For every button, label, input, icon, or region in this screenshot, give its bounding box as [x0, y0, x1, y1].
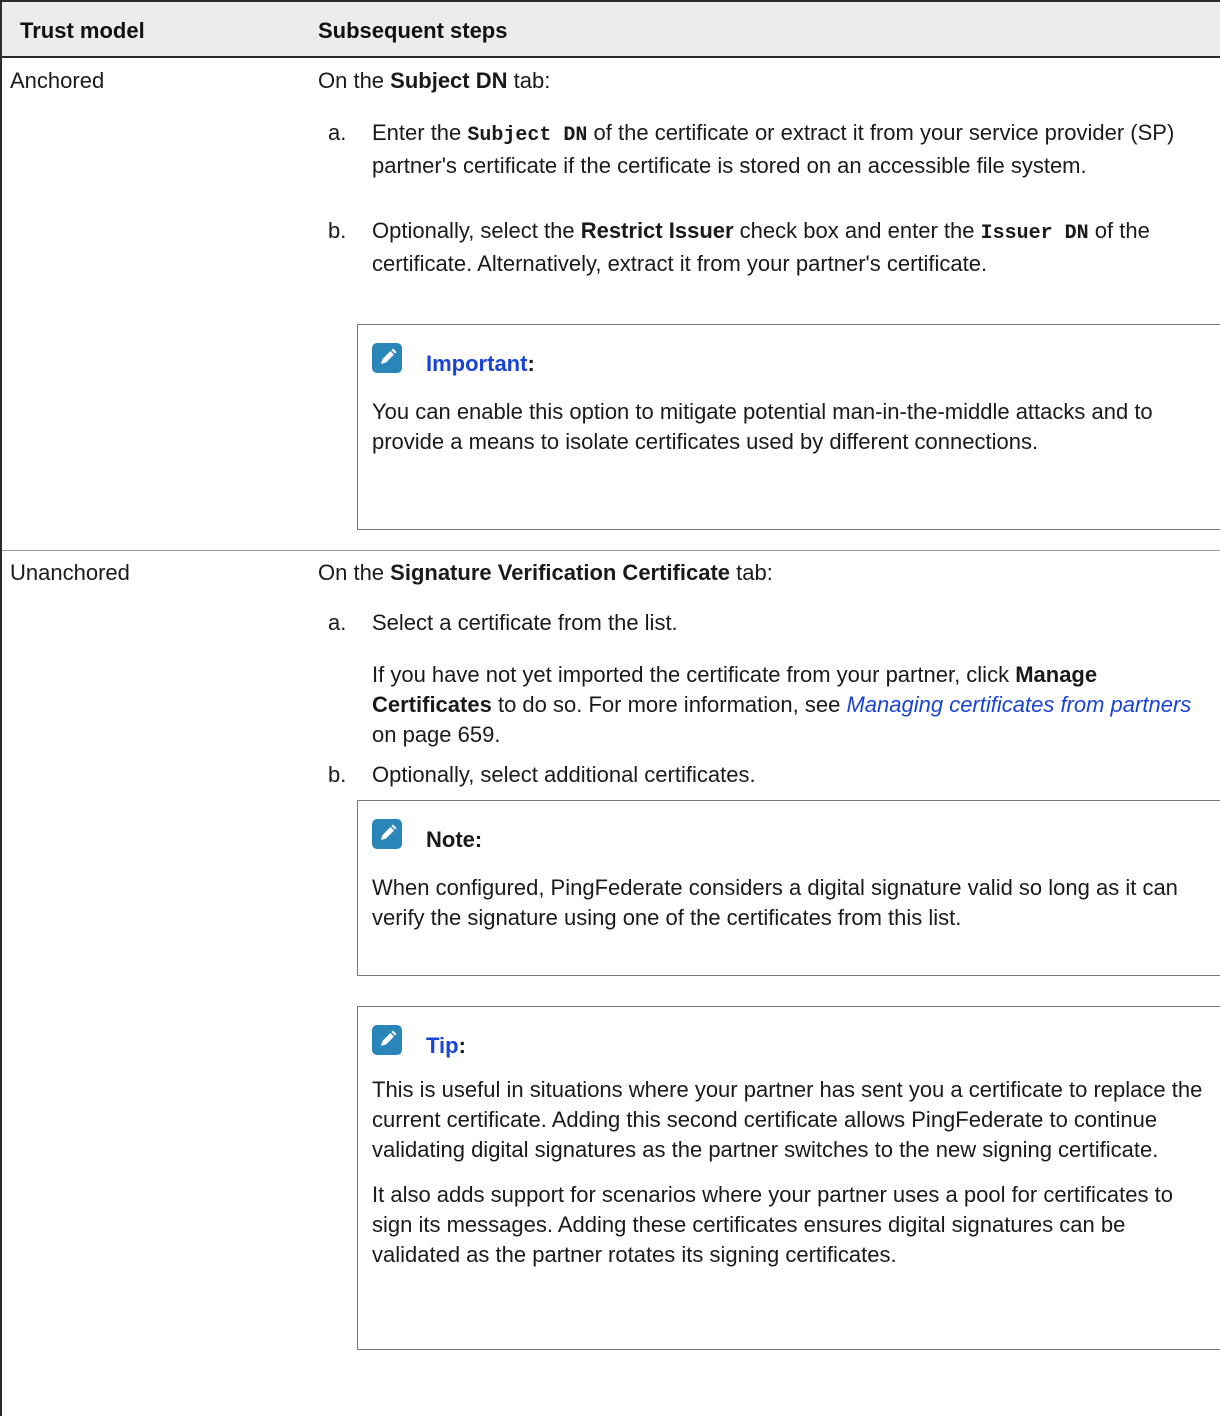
callout-paragraph-1: This is useful in situations where your …	[372, 1077, 1203, 1162]
callout-title: Note:	[426, 827, 483, 852]
callout-title: Important:	[426, 351, 535, 376]
callout-body: When configured, PingFederate considers …	[372, 875, 1178, 930]
step-text: Select a certificate from the list.	[372, 610, 678, 635]
row-divider	[2, 550, 1220, 551]
step-label: b.	[328, 218, 347, 243]
pencil-note-icon	[372, 343, 402, 373]
important-callout: Important: You can enable this option to…	[357, 324, 1220, 530]
trust-model-table: Trust model Subsequent steps Anchored On…	[0, 0, 1220, 1416]
column-header-subsequent-steps: Subsequent steps	[318, 18, 508, 43]
callout-paragraph-2: It also adds support for scenarios where…	[372, 1182, 1173, 1267]
callout-body: This is useful in situations where your …	[372, 1075, 1207, 1285]
row-unanchored-intro: On the Signature Verification Certificat…	[318, 560, 773, 585]
callout-title: Tip:	[426, 1033, 466, 1058]
unanchored-step-a-detail: If you have not yet imported the certifi…	[328, 660, 1212, 750]
step-label: a.	[328, 610, 347, 635]
step-text: Enter the Subject DN of the certificate …	[372, 120, 1175, 178]
pencil-note-icon	[372, 1025, 402, 1055]
anchored-step-b: b. Optionally, select the Restrict Issue…	[328, 216, 1212, 279]
unanchored-step-a: a. Select a certificate from the list.	[328, 608, 1212, 638]
table-header-row: Trust model Subsequent steps	[2, 2, 1220, 58]
row-anchored-intro: On the Subject DN tab:	[318, 68, 551, 93]
row-unanchored-model: Unanchored	[10, 560, 130, 585]
row-anchored-model: Anchored	[10, 68, 105, 93]
unanchored-step-b: b. Optionally, select additional certifi…	[328, 760, 1212, 790]
step-text: Optionally, select the Restrict Issuer c…	[372, 218, 1150, 276]
tip-callout: Tip: This is useful in situations where …	[357, 1006, 1220, 1350]
managing-certificates-link[interactable]: Managing certificates from partners	[846, 692, 1191, 717]
pencil-note-icon	[372, 819, 402, 849]
step-label: a.	[328, 120, 347, 145]
callout-body: You can enable this option to mitigate p…	[372, 399, 1153, 454]
column-header-trust-model: Trust model	[20, 18, 145, 43]
step-label: b.	[328, 762, 347, 787]
step-text: Optionally, select additional certificat…	[372, 762, 756, 787]
step-detail-text: If you have not yet imported the certifi…	[372, 662, 1192, 747]
note-callout: Note: When configured, PingFederate cons…	[357, 800, 1220, 976]
anchored-step-a: a. Enter the Subject DN of the certifica…	[328, 118, 1212, 181]
